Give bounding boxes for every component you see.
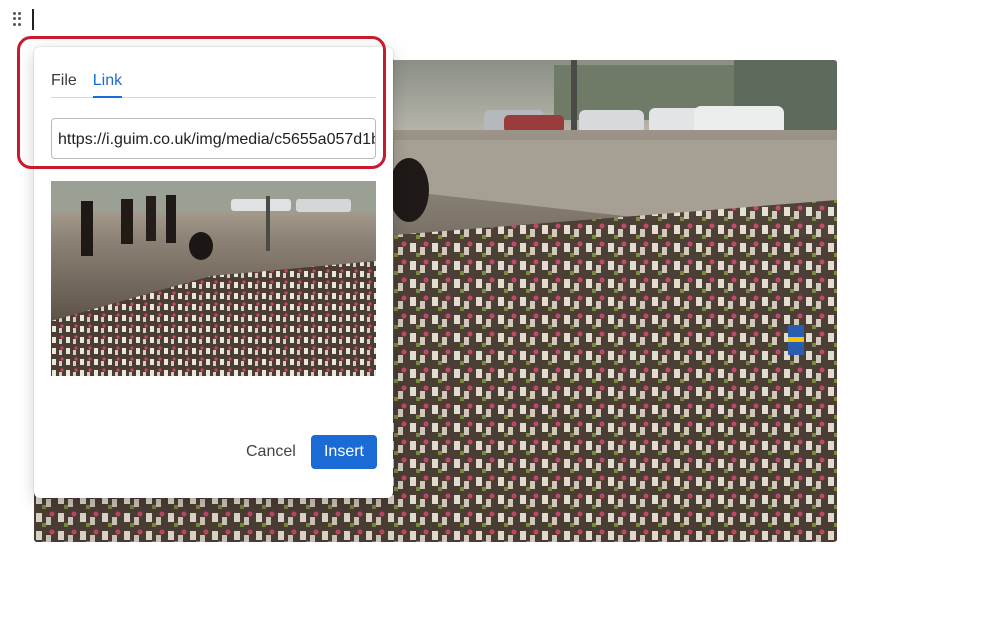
tab-file[interactable]: File xyxy=(51,69,77,96)
image-url-input[interactable]: https://i.guim.co.uk/img/media/c5655a057… xyxy=(51,118,376,159)
preview-photo xyxy=(51,181,376,376)
insert-image-dialog: File Link https://i.guim.co.uk/img/media… xyxy=(34,47,393,498)
tab-link[interactable]: Link xyxy=(92,69,123,98)
image-preview xyxy=(51,181,376,376)
dialog-tabs: File Link xyxy=(51,69,376,98)
cancel-button[interactable]: Cancel xyxy=(234,435,308,469)
text-caret xyxy=(32,9,34,30)
insert-button[interactable]: Insert xyxy=(311,435,377,469)
editor-page: File Link https://i.guim.co.uk/img/media… xyxy=(0,0,999,632)
drag-handle-icon[interactable] xyxy=(13,12,23,26)
